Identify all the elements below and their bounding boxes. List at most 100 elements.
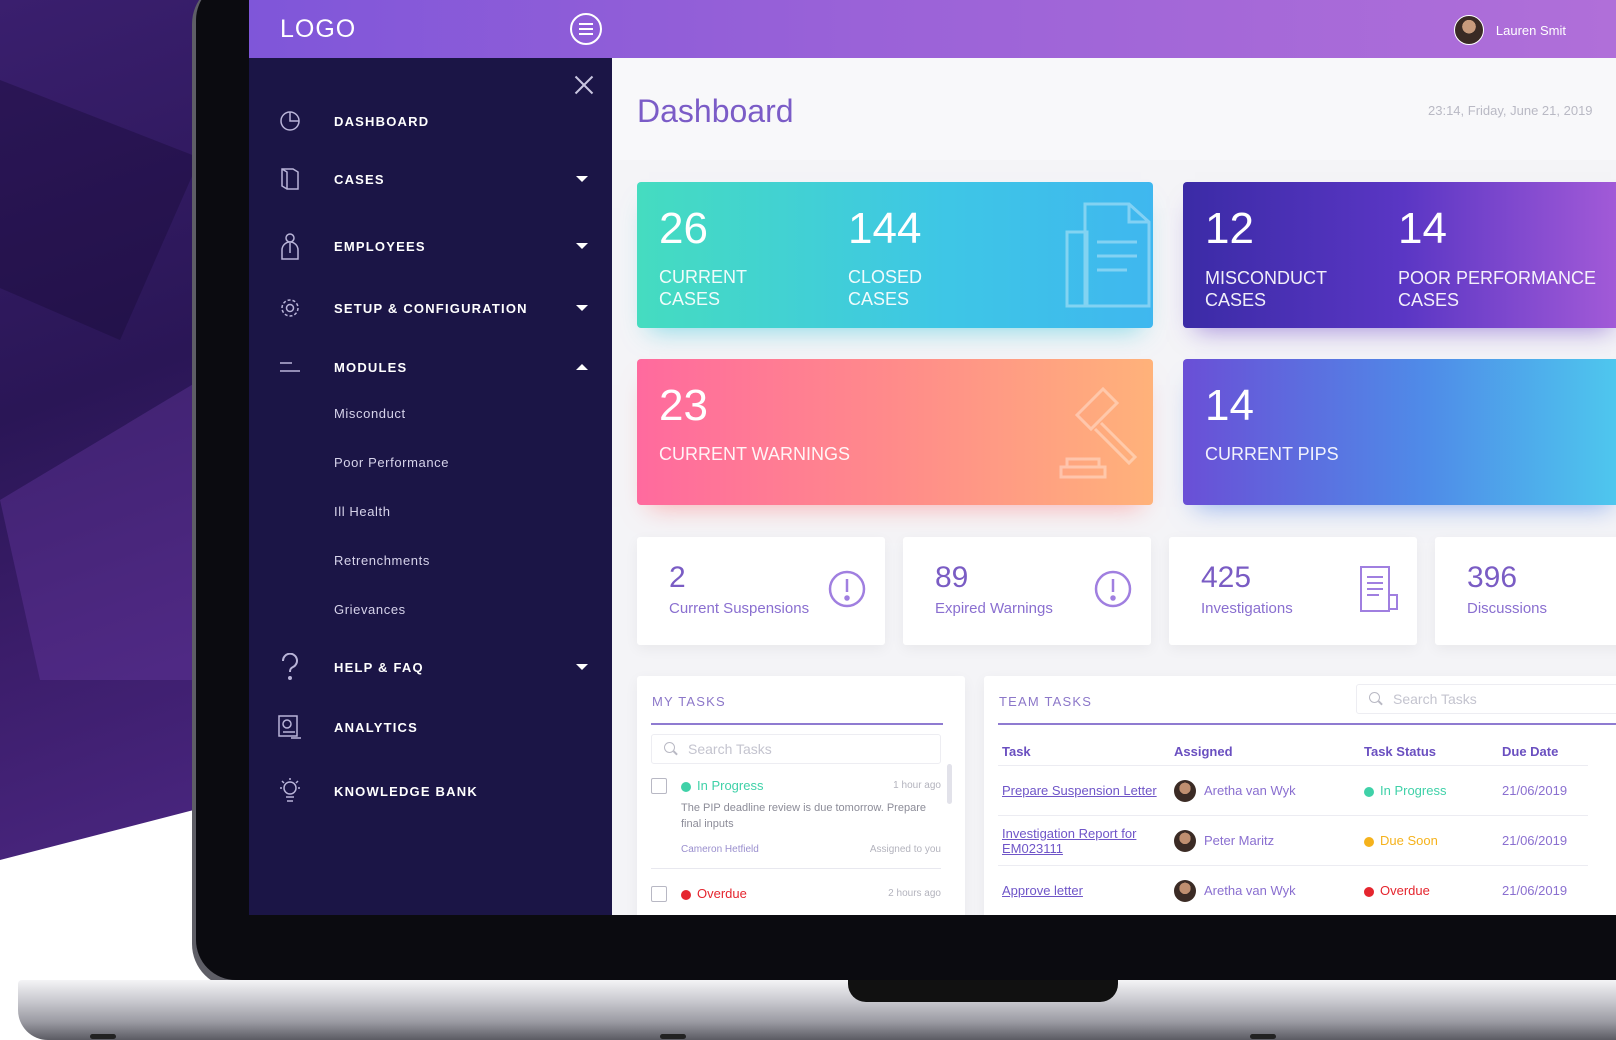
current-warnings-label: CURRENT WARNINGS [659,444,851,464]
task-item[interactable]: Overdue 2 hours ago [651,886,941,906]
laptop-foot [90,1034,116,1039]
column-header-due-date[interactable]: Due Date [1498,738,1588,766]
sidebar-item-employees[interactable]: EMPLOYEES [249,226,612,266]
sidebar-subitem-misconduct[interactable]: Misconduct [334,406,406,421]
poor-performance-cases-value: 14 [1398,204,1447,253]
warnings-card[interactable]: 23 CURRENT WARNINGS [637,359,1153,505]
close-icon[interactable] [572,73,596,97]
cases-summary-card[interactable]: 26 CURRENT CASES 144 CLOSED CASES [637,182,1153,328]
table-row[interactable]: Prepare Suspension Letter Aretha van Wyk… [998,765,1588,816]
task-item[interactable]: In Progress 1 hour ago The PIP deadline … [651,778,941,870]
hamburger-menu-icon[interactable] [570,13,602,45]
task-time: 2 hours ago [888,888,941,899]
task-checkbox[interactable] [651,778,667,794]
team-tasks-search-input[interactable]: Search Tasks [1356,684,1616,714]
column-header-task[interactable]: Task [998,738,1170,766]
sidebar: DASHBOARD CASES EMPLOYEES SETUP & CONFIG… [249,58,612,915]
app-screen: LOGO Lauren Smit DASHBOARD CASES EMPLOYE… [249,0,1616,915]
sidebar-subitem-poor-performance[interactable]: Poor Performance [334,455,449,470]
task-status: In Progress [681,778,763,793]
chevron-down-icon[interactable] [576,305,588,311]
current-cases-value: 26 [659,204,708,253]
column-header-assigned[interactable]: Assigned [1170,738,1360,766]
search-icon [664,742,678,756]
task-link[interactable]: Prepare Suspension Letter [1002,783,1157,798]
stat-value: 396 [1467,561,1518,594]
misconduct-cases-label: MISCONDUCT CASES [1205,268,1327,310]
chevron-up-icon[interactable] [576,364,588,370]
stat-label: Investigations [1201,600,1293,617]
sidebar-item-cases[interactable]: CASES [249,159,612,199]
closed-cases-label: CLOSED CASES [848,267,923,309]
user-name[interactable]: Lauren Smit [1496,23,1566,38]
task-time: 1 hour ago [893,780,941,791]
sidebar-item-modules[interactable]: MODULES [249,347,612,387]
app-logo[interactable]: LOGO [280,15,570,44]
stat-label: Current Suspensions [669,600,810,617]
help-icon [277,653,303,680]
task-person[interactable]: Cameron Hetfield [681,844,759,855]
poor-performance-cases-label: POOR PERFORMANCE CASES [1398,268,1597,310]
assignee: Peter Maritz [1174,829,1356,852]
chevron-down-icon[interactable] [576,664,588,670]
task-link[interactable]: Approve letter [1002,883,1083,898]
stat-value: 425 [1201,561,1252,594]
table-row[interactable]: Investigation Report for EM023111 Peter … [998,815,1588,866]
top-bar: LOGO Lauren Smit [249,0,1616,58]
search-placeholder: Search Tasks [1393,691,1477,707]
column-header-task-status[interactable]: Task Status [1360,738,1498,766]
chevron-down-icon[interactable] [576,176,588,182]
task-link[interactable]: Investigation Report for EM023111 [1002,826,1136,856]
my-tasks-search-input[interactable]: Search Tasks [651,734,941,764]
due-date: 21/06/2019 [1498,865,1588,915]
folder-document-icon [1065,202,1151,308]
assignee: Aretha van Wyk [1174,879,1356,902]
laptop-base [18,980,1616,1040]
avatar[interactable] [1453,15,1484,45]
alert-icon [1094,570,1132,608]
divider [651,868,941,869]
sidebar-subitem-grievances[interactable]: Grievances [334,602,406,617]
stat-card-discussions[interactable]: 396 Discussions [1435,537,1616,645]
sidebar-item-help-faq[interactable]: HELP & FAQ [249,647,612,687]
user-menu[interactable]: Lauren Smit [1453,15,1566,45]
gear-icon [277,295,303,321]
gavel-icon [1059,386,1138,479]
team-tasks-table: Task Assigned Task Status Due Date Prepa… [998,738,1588,915]
task-assignment: Assigned to you [869,844,941,855]
task-status: Overdue [681,886,747,901]
stat-value: 2 [669,561,686,594]
alert-icon [828,570,866,608]
chevron-down-icon[interactable] [576,243,588,249]
divider [998,723,1616,725]
status-dot [1364,836,1374,847]
sidebar-item-dashboard[interactable]: DASHBOARD [249,101,612,141]
task-checkbox[interactable] [651,886,667,902]
sidebar-item-label: DASHBOARD [334,113,430,129]
task-description: The PIP deadline review is due tomorrow.… [681,802,926,830]
sidebar-item-analytics[interactable]: ANALYTICS [249,707,612,747]
task-status: Overdue [1360,865,1498,915]
lightbulb-icon [277,778,303,804]
sidebar-item-setup-configuration[interactable]: SETUP & CONFIGURATION [249,288,612,328]
stat-value: 89 [935,561,969,594]
datetime: 23:14, Friday, June 21, 2019 [1428,103,1593,118]
stat-card-suspensions[interactable]: 2 Current Suspensions [637,537,885,645]
team-tasks-panel: TEAM TASKS Search Tasks Task Assigned Ta… [984,676,1616,915]
current-pips-value: 14 [1205,381,1254,430]
sidebar-item-knowledge-bank[interactable]: KNOWLEDGE BANK [249,771,612,811]
page-title: Dashboard [637,93,794,129]
assignee: Aretha van Wyk [1174,779,1356,802]
pips-card[interactable]: 14 CURRENT PIPS [1183,359,1616,505]
sidebar-item-label: HELP & FAQ [334,659,424,675]
scrollbar[interactable] [947,764,952,804]
current-warnings-value: 23 [659,381,708,430]
stat-card-investigations[interactable]: 425 Investigations [1169,537,1417,645]
sidebar-subitem-retrenchments[interactable]: Retrenchments [334,553,430,568]
sidebar-subitem-ill-health[interactable]: Ill Health [334,504,391,519]
stat-card-expired-warnings[interactable]: 89 Expired Warnings [903,537,1151,645]
table-row[interactable]: Approve letter Aretha van Wyk Overdue 21… [998,865,1588,915]
due-date: 21/06/2019 [1498,815,1588,866]
case-types-card[interactable]: 12 MISCONDUCT CASES 14 POOR PERFORMANCE CA… [1183,182,1616,328]
document-icon [1360,566,1398,612]
